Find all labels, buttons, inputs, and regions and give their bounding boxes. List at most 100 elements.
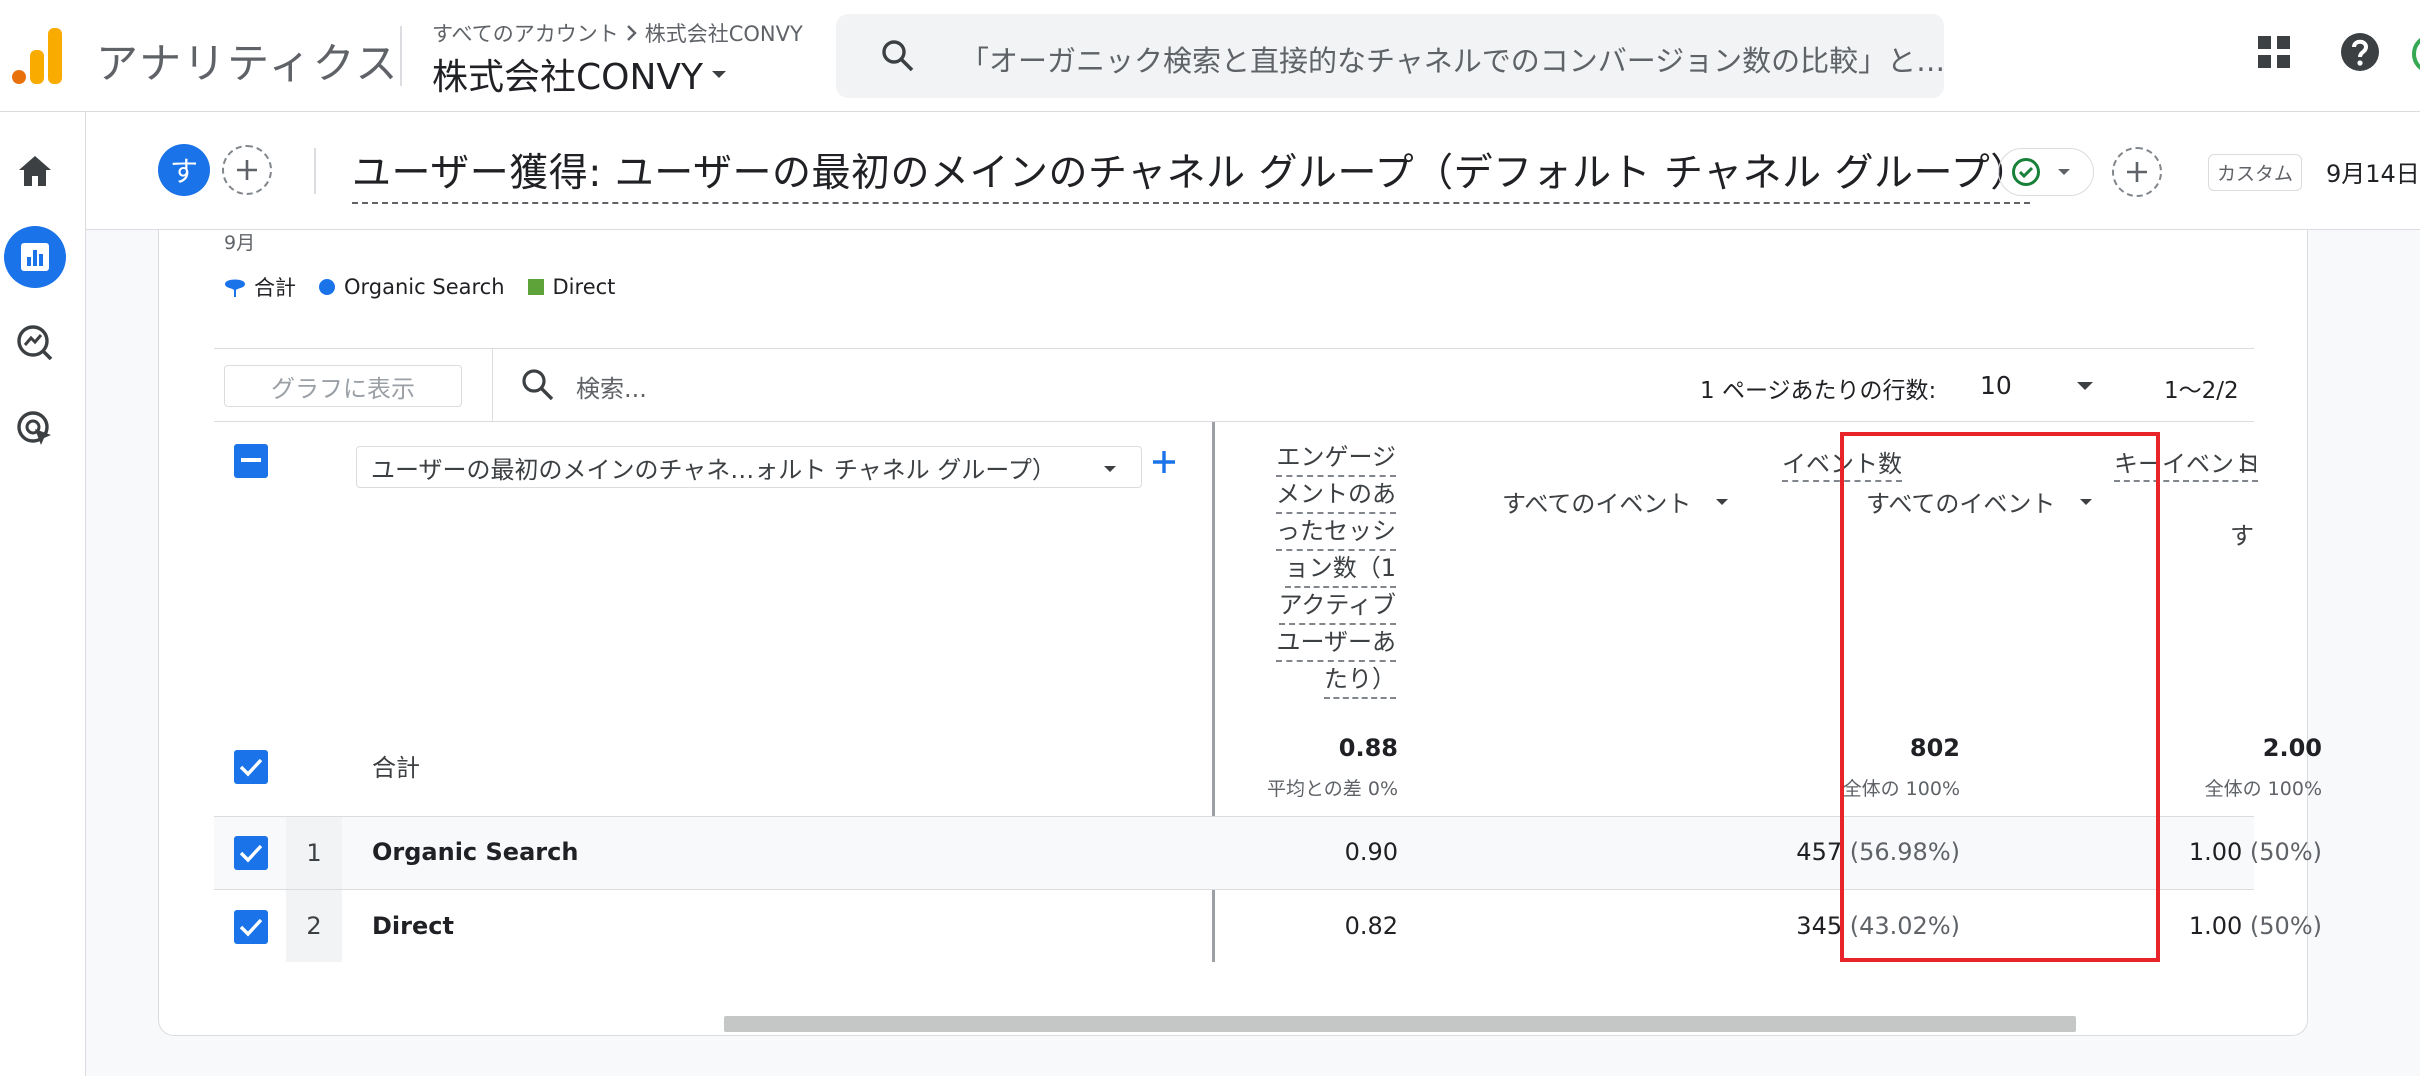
legend-item-total[interactable]: 合計 xyxy=(224,272,296,302)
property-name: 株式会社CONVY xyxy=(432,57,704,98)
legend-label: Direct xyxy=(552,275,616,299)
nav-explore[interactable] xyxy=(0,308,70,378)
chart-legend: 合計 Organic Search Direct xyxy=(224,272,615,302)
header-line: アクティブ xyxy=(1278,588,1396,625)
header-line: ったセッシ xyxy=(1276,514,1396,551)
header-line: ユーザーあ xyxy=(1276,625,1396,662)
header-line: メントのあ xyxy=(1276,477,1396,514)
account-avatar[interactable] xyxy=(2412,34,2420,74)
date-range[interactable]: 9月14日 xyxy=(2326,154,2420,189)
apps-grid-icon[interactable] xyxy=(2256,34,2292,70)
check-icon xyxy=(239,844,263,863)
total-engaged-sub: 平均との差 0% xyxy=(1267,778,1398,800)
bar-chart-icon xyxy=(21,243,49,271)
divider xyxy=(314,148,316,194)
explore-icon xyxy=(17,325,53,361)
header-line: エンゲージ xyxy=(1276,440,1396,477)
select-all-checkbox[interactable] xyxy=(234,444,268,478)
plot-rows-button[interactable]: グラフに表示 xyxy=(224,365,462,407)
row-checkbox[interactable] xyxy=(234,910,268,944)
table-search-input[interactable]: 検索... xyxy=(576,369,647,404)
dimension-select[interactable]: ユーザーの最初のメインのチャネ…ォルト チャネル グループ） xyxy=(356,446,1142,488)
date-range-type[interactable]: カスタム xyxy=(2208,154,2303,191)
breadcrumb-root[interactable]: すべてのアカウント xyxy=(432,18,619,48)
search-icon xyxy=(882,40,914,72)
dimension-select-label: ユーザーの最初のメインのチャネ…ォルト チャネル グループ） xyxy=(371,455,1056,484)
breadcrumb-leaf[interactable]: 株式会社CONVY xyxy=(645,18,803,48)
caret-down-icon xyxy=(1104,466,1116,472)
check-circle-icon xyxy=(2012,158,2040,186)
metric-filter-label: すべてのイベント xyxy=(1502,490,1692,518)
key-events-percent: (50%) xyxy=(2249,912,2322,940)
search-input[interactable]: 「オーガニック検索と直接的なチャネルでのコンバージョン数の比較」と… xyxy=(836,14,1946,98)
legend-label: 合計 xyxy=(254,276,296,300)
divider xyxy=(492,349,493,421)
header-title: コ xyxy=(2236,450,2256,478)
chart-axis-month: 9月 xyxy=(224,232,256,254)
caret-down-icon xyxy=(2058,169,2070,175)
events-count: 457 xyxy=(1796,838,1843,866)
rows-per-page-select[interactable]: 10 xyxy=(1980,371,2012,400)
top-bar: アナリティクス すべてのアカウント 株式会社CONVY 株式会社CONVY 「オ… xyxy=(0,0,2420,112)
search-placeholder: 「オーガニック検索と直接的なチャネルでのコンバージョン数の比較」と… xyxy=(960,44,1946,78)
pagination-status: 1〜2/2 xyxy=(2164,378,2239,404)
legend-label: Organic Search xyxy=(344,275,505,299)
column-subheader-partial: す xyxy=(2230,516,2256,551)
row-index: 2 xyxy=(286,890,342,962)
divider xyxy=(400,26,402,86)
page-title[interactable]: ユーザー獲得: ユーザーの最初のメインのチャネル グループ（デフォルト チャネル… xyxy=(352,142,2030,204)
header-line: たり） xyxy=(1324,662,1396,699)
row-checkbox[interactable] xyxy=(234,836,268,870)
key-events-percent: (50%) xyxy=(2249,838,2322,866)
key-events-highlight-box xyxy=(1840,432,2160,962)
add-dimension-button[interactable] xyxy=(1152,442,1176,480)
plus-icon xyxy=(1153,451,1175,473)
plus-icon xyxy=(237,160,257,180)
row-engaged-value: 0.90 xyxy=(1344,838,1398,866)
legend-item-organic-search[interactable]: Organic Search xyxy=(318,275,505,299)
advertising-icon xyxy=(17,411,51,445)
add-comparison-button[interactable] xyxy=(222,145,272,195)
nav-advertising[interactable] xyxy=(0,394,70,464)
check-icon xyxy=(239,918,263,937)
row-dimension-value: Organic Search xyxy=(372,838,579,866)
events-count: 345 xyxy=(1796,912,1843,940)
row-engaged-value: 0.82 xyxy=(1344,912,1398,940)
totals-label: 合計 xyxy=(372,754,420,782)
row-index: 1 xyxy=(286,817,342,889)
plus-icon xyxy=(2127,162,2147,182)
events-metric-select[interactable]: すべてのイベント xyxy=(1502,484,1731,519)
rows-per-page-label: 1 ページあたりの行数: xyxy=(1700,378,1937,404)
comparison-avatar[interactable]: す xyxy=(158,144,210,196)
table-toolbar: グラフに表示 検索... 1 ページあたりの行数: 10 1〜2/2 xyxy=(214,348,2254,422)
row-dimension-value: Direct xyxy=(372,912,454,940)
app-name: アナリティクス xyxy=(96,39,400,88)
report-status-chip[interactable] xyxy=(1998,148,2094,196)
nav-home[interactable] xyxy=(0,136,70,206)
minus-icon xyxy=(241,458,261,462)
header-line: ョン数（1 xyxy=(1284,551,1396,588)
total-engaged-value: 0.88 xyxy=(1338,734,1398,762)
column-header-partial[interactable]: コ xyxy=(2236,444,2256,479)
metric-filter-label: す xyxy=(2230,522,2254,550)
help-icon[interactable] xyxy=(2340,32,2380,72)
search-icon xyxy=(522,369,554,401)
analytics-logo[interactable] xyxy=(12,28,62,84)
totals-checkbox[interactable] xyxy=(234,750,268,784)
circle-marker-icon xyxy=(319,279,335,295)
key-events-count: 1.00 xyxy=(2188,912,2243,940)
home-icon xyxy=(19,156,51,186)
add-button[interactable] xyxy=(2112,147,2162,197)
check-icon xyxy=(239,758,263,777)
report-header: す ユーザー獲得: ユーザーの最初のメインのチャネル グループ（デフォルト チャ… xyxy=(86,112,2420,230)
column-header-engaged-sessions[interactable]: エンゲージ メントのあ ったセッシ ョン数（1 アクティブ ユーザーあ たり） xyxy=(1272,440,1396,699)
legend-item-direct[interactable]: Direct xyxy=(527,275,616,299)
caret-down-icon[interactable] xyxy=(2074,379,2096,393)
property-selector[interactable]: 株式会社CONVY xyxy=(432,48,729,100)
nav-reports[interactable] xyxy=(0,222,70,292)
square-marker-icon xyxy=(527,279,544,295)
account-breadcrumb[interactable]: すべてのアカウント 株式会社CONVY xyxy=(432,18,803,48)
key-events-count: 1.00 xyxy=(2188,838,2243,866)
caret-down-icon xyxy=(712,71,727,78)
horizontal-scrollbar[interactable] xyxy=(724,1016,2076,1032)
